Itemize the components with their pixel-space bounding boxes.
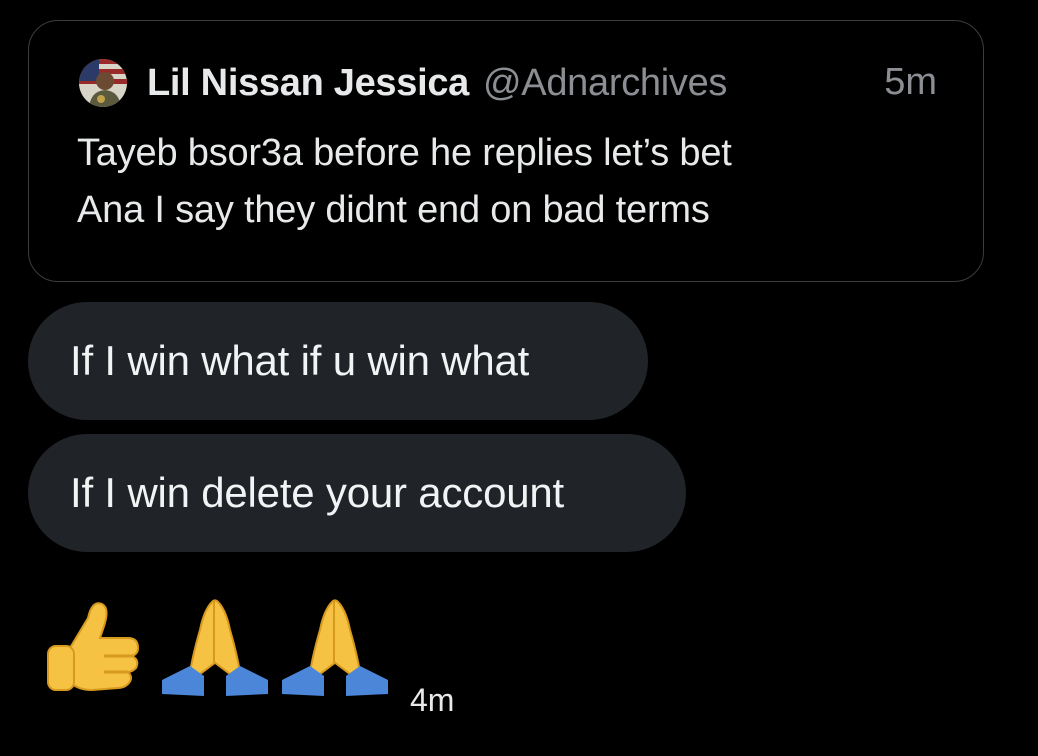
message-text: If I win what if u win what bbox=[70, 337, 530, 384]
avatar-icon[interactable] bbox=[79, 59, 127, 107]
thumbs-up-icon bbox=[47, 602, 140, 692]
folded-hands-icon bbox=[162, 599, 268, 696]
quoted-tweet-timestamp: 5m bbox=[884, 61, 937, 103]
quoted-tweet-card[interactable]: Lil Nissan Jessica @Adnarchives 5m Tayeb… bbox=[28, 20, 984, 282]
message-timestamp: 4m bbox=[410, 682, 455, 718]
folded-hands-icon bbox=[282, 599, 388, 696]
message-text: If I win delete your account bbox=[70, 469, 565, 516]
quoted-tweet-header: Lil Nissan Jessica @Adnarchives bbox=[79, 59, 727, 107]
quoted-tweet-line: Tayeb bsor3a before he replies let’s bet bbox=[77, 132, 732, 174]
message-bubble[interactable]: If I win delete your account bbox=[28, 434, 686, 552]
quoted-tweet-text: Tayeb bsor3a before he replies let’s bet… bbox=[77, 125, 937, 239]
quoted-tweet-line: Ana I say they didnt end on bad terms bbox=[77, 189, 710, 231]
author-handle[interactable]: @Adnarchives bbox=[483, 62, 727, 105]
author-name[interactable]: Lil Nissan Jessica bbox=[147, 62, 469, 105]
dm-conversation: Lil Nissan Jessica @Adnarchives 5m Tayeb… bbox=[0, 0, 1038, 756]
emoji-message[interactable] bbox=[40, 590, 400, 700]
message-bubble[interactable]: If I win what if u win what bbox=[28, 302, 648, 420]
